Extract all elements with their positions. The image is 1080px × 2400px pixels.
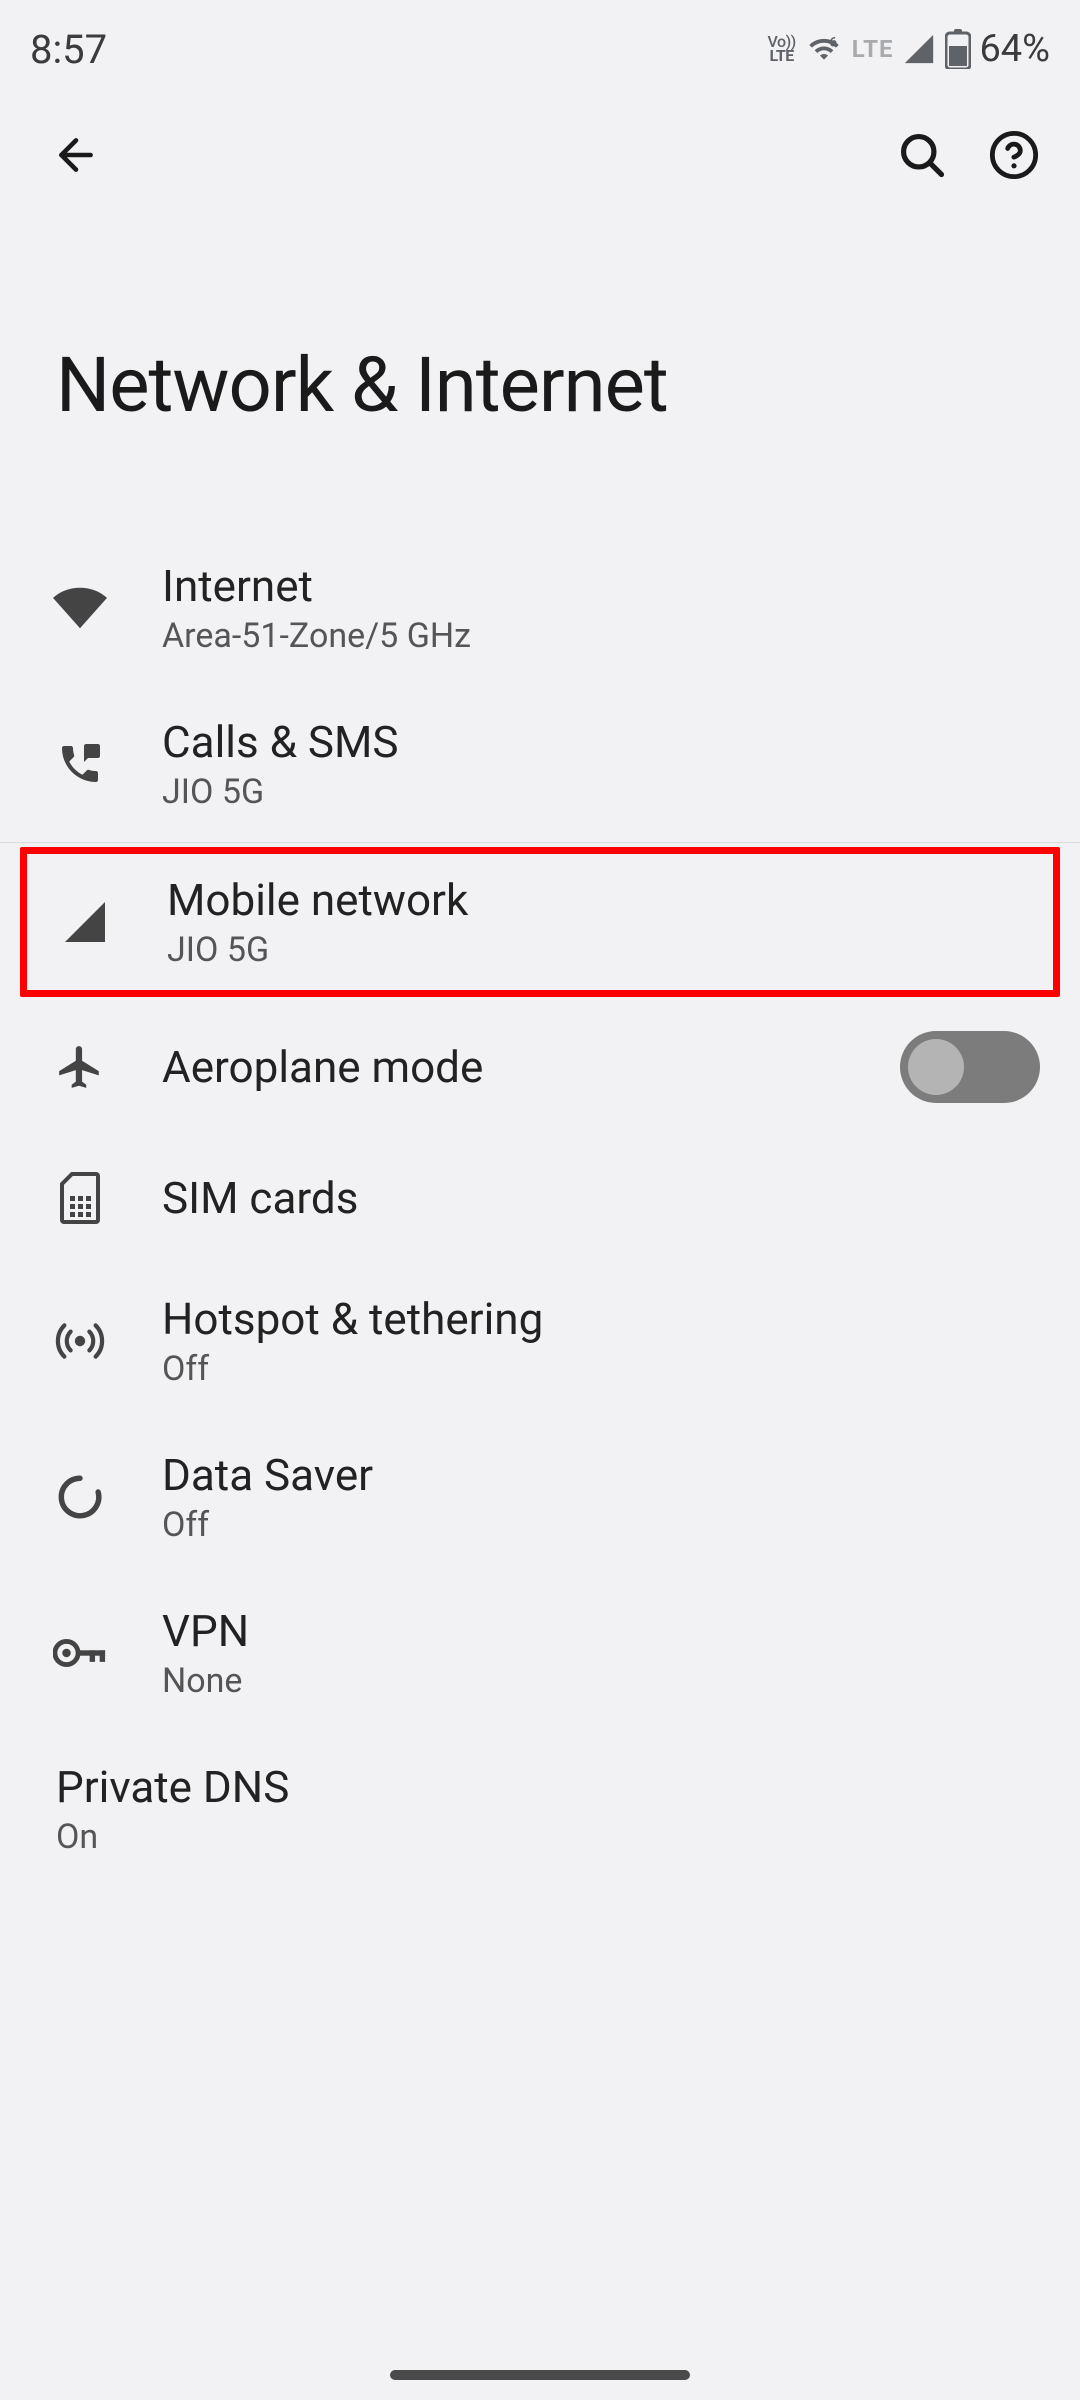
arrow-back-icon (51, 130, 101, 180)
item-subtitle: On (56, 1817, 1040, 1857)
item-subtitle: Off (162, 1505, 1040, 1545)
battery-percent: 64% (979, 27, 1050, 71)
item-title: VPN (162, 1605, 1040, 1657)
app-bar (0, 90, 1080, 210)
item-title: Mobile network (167, 874, 1033, 926)
help-button[interactable] (978, 119, 1050, 191)
sim-icon (59, 1172, 101, 1224)
item-title: Private DNS (56, 1761, 1040, 1813)
help-icon (988, 129, 1040, 181)
phone-sms-icon (56, 740, 104, 788)
list-item-data-saver[interactable]: Data Saver Off (0, 1419, 1080, 1575)
page-title: Network & Internet (0, 210, 1080, 530)
svg-text:6: 6 (829, 35, 837, 50)
list-item-calls-sms[interactable]: Calls & SMS JIO 5G (0, 686, 1080, 842)
back-button[interactable] (40, 119, 112, 191)
wifi-icon: 6 (804, 33, 844, 65)
item-title: Data Saver (162, 1449, 1040, 1501)
item-subtitle: Off (162, 1349, 1040, 1389)
battery-icon (945, 29, 971, 69)
data-saver-icon (55, 1472, 105, 1522)
search-button[interactable] (886, 119, 958, 191)
lte-label: LTE (852, 35, 894, 63)
item-subtitle: None (162, 1661, 1040, 1701)
item-title: Calls & SMS (162, 716, 1040, 768)
item-subtitle: JIO 5G (167, 930, 1033, 970)
hotspot-icon (55, 1316, 105, 1366)
status-time: 8:57 (30, 26, 107, 73)
item-title: Internet (162, 560, 1040, 612)
airplane-icon (55, 1042, 105, 1092)
settings-list: Internet Area-51-Zone/5 GHz Calls & SMS … (0, 530, 1080, 1887)
item-title: Hotspot & tethering (162, 1293, 1040, 1345)
aeroplane-toggle[interactable] (900, 1031, 1040, 1103)
divider (0, 842, 1080, 843)
item-title: Aeroplane mode (162, 1041, 900, 1093)
toggle-knob (908, 1039, 964, 1095)
list-item-internet[interactable]: Internet Area-51-Zone/5 GHz (0, 530, 1080, 686)
status-icons: Vo)) LTE 6 LTE 64% (768, 27, 1050, 71)
list-item-hotspot[interactable]: Hotspot & tethering Off (0, 1263, 1080, 1419)
vpn-key-icon (53, 1638, 107, 1668)
item-title: SIM cards (162, 1172, 1040, 1224)
search-icon (896, 129, 948, 181)
wifi-filled-icon (53, 587, 107, 629)
navigation-handle[interactable] (390, 2370, 690, 2380)
signal-icon (901, 32, 937, 66)
list-item-aeroplane-mode[interactable]: Aeroplane mode (0, 1001, 1080, 1133)
item-subtitle: JIO 5G (162, 772, 1040, 812)
list-item-mobile-network[interactable]: Mobile network JIO 5G (20, 847, 1060, 997)
list-item-private-dns[interactable]: Private DNS On (0, 1731, 1080, 1887)
list-item-sim-cards[interactable]: SIM cards (0, 1133, 1080, 1263)
list-item-vpn[interactable]: VPN None (0, 1575, 1080, 1731)
item-subtitle: Area-51-Zone/5 GHz (162, 616, 1040, 656)
status-bar: 8:57 Vo)) LTE 6 LTE 64% (0, 0, 1080, 90)
volte-icon: Vo)) LTE (768, 35, 796, 64)
signal-triangle-icon (61, 898, 109, 946)
